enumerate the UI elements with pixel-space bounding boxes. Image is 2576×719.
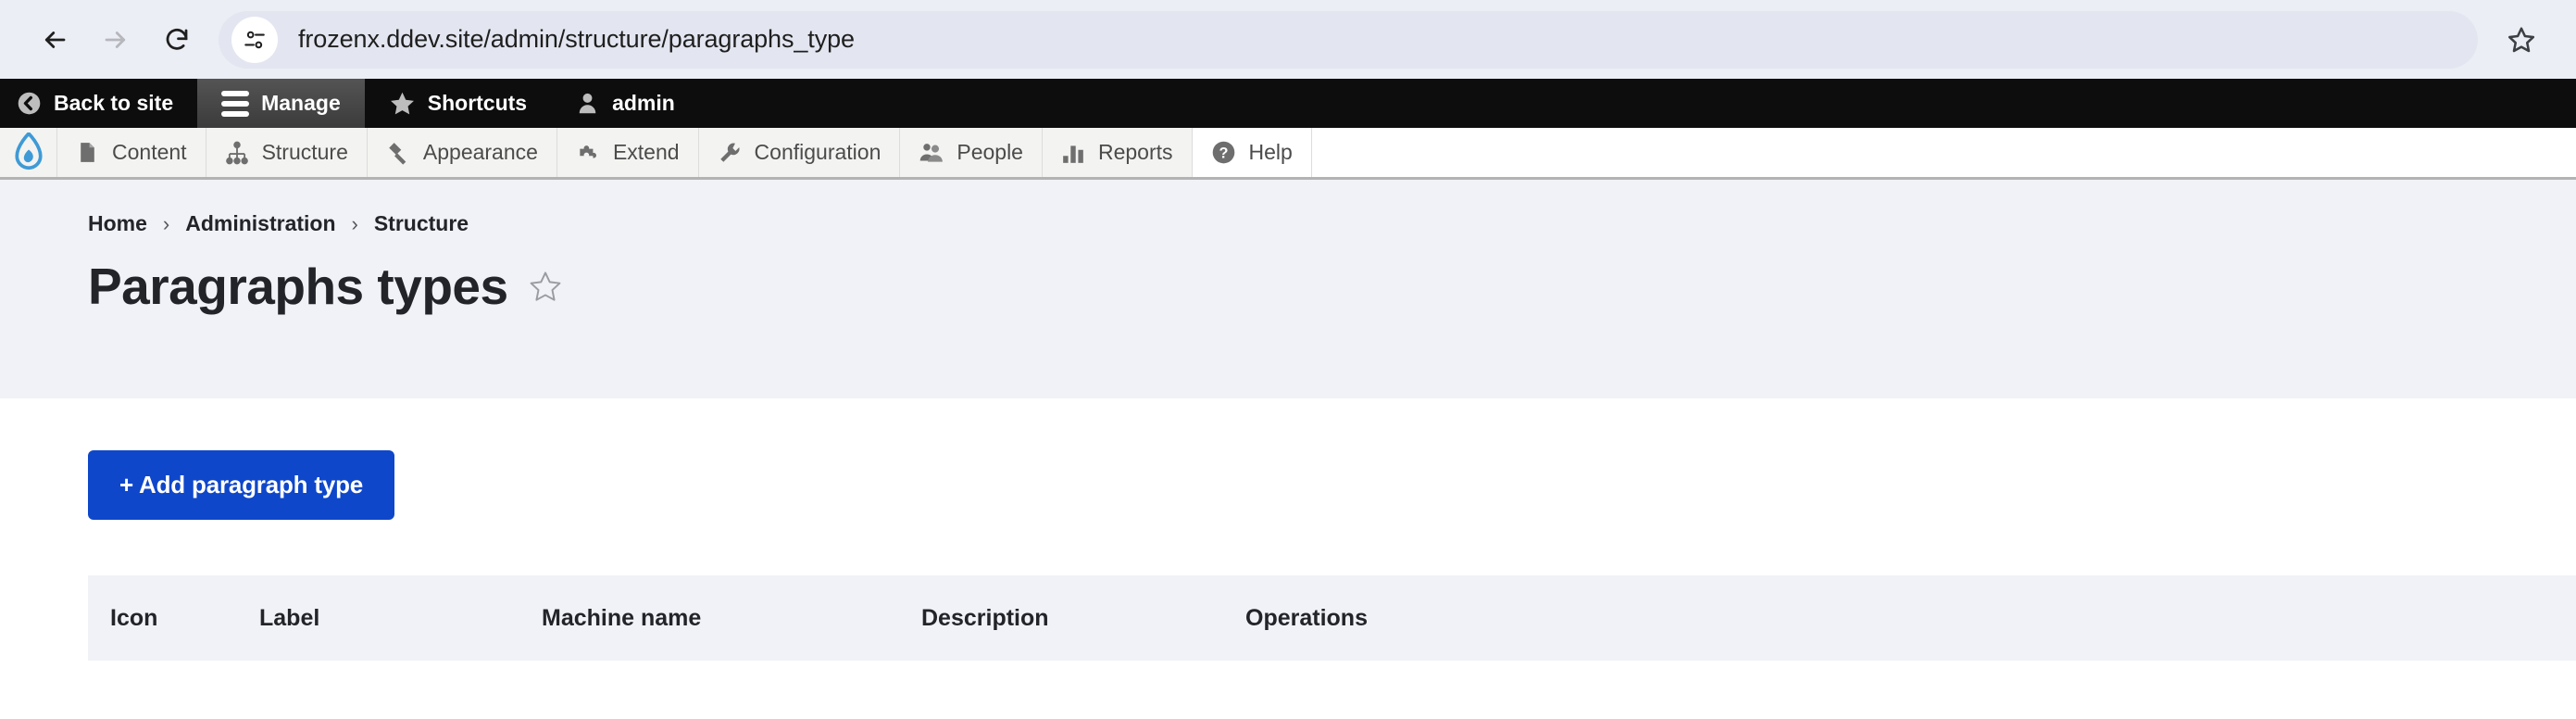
menu-item-people[interactable]: People [900,128,1043,177]
site-settings-icon [244,31,265,48]
column-header-machine-name: Machine name [542,575,921,661]
drupal-menu-bar: Content Structure Appearance Extend Conf… [0,128,2576,180]
bookmark-star-icon [2507,26,2535,52]
breadcrumb-item-home[interactable]: Home [88,211,147,236]
menu-item-content[interactable]: Content [57,128,206,177]
browser-toolbar: frozenx.ddev.site/admin/structure/paragr… [0,0,2576,79]
paragraph-types-table: Icon Label Machine name Description Oper… [88,575,2576,661]
main-content: + Add paragraph type Icon Label Machine … [0,398,2576,661]
menu-item-configuration[interactable]: Configuration [699,128,901,177]
page-title: Paragraphs types [88,258,508,315]
breadcrumb-item-structure[interactable]: Structure [374,211,469,236]
svg-text:?: ? [1219,145,1228,162]
admin-item-user[interactable]: admin [551,79,699,128]
menu-item-label: Help [1248,140,1293,164]
menu-item-structure[interactable]: Structure [206,128,368,177]
menu-item-label: People [957,140,1023,164]
puzzle-piece-icon [580,145,596,158]
menu-item-label: Structure [261,140,348,164]
breadcrumb-separator: › [162,211,170,235]
paragraph-types-table-wrapper: Icon Label Machine name Description Oper… [88,575,2576,661]
bar-chart-icon [1063,145,1083,163]
admin-item-label: Manage [261,91,341,115]
add-paragraph-type-button[interactable]: + Add paragraph type [88,450,395,520]
bookmark-button[interactable] [2491,9,2552,70]
table-header-row: Icon Label Machine name Description Oper… [88,575,2576,661]
reload-icon [166,28,188,50]
forward-button[interactable] [85,9,146,70]
admin-item-shortcuts[interactable]: Shortcuts [365,79,551,128]
admin-item-label: Back to site [54,91,174,115]
admin-item-label: Shortcuts [427,91,528,115]
breadcrumb-item-administration[interactable]: Administration [185,211,335,236]
star-icon [390,92,414,115]
menu-item-reports[interactable]: Reports [1043,128,1193,177]
page-header: Home › Administration › Structure Paragr… [0,180,2576,398]
menu-item-label: Reports [1097,140,1173,164]
drupal-logo-button[interactable] [0,128,57,177]
url-text: frozenx.ddev.site/admin/structure/paragr… [298,25,855,53]
column-header-label: Label [259,575,542,661]
admin-item-back-to-site[interactable]: Back to site [0,79,197,128]
admin-item-label: admin [612,91,675,115]
menu-bar-filler [1311,128,2576,177]
arrow-left-icon [44,31,66,48]
user-icon [579,93,596,114]
menu-item-extend[interactable]: Extend [557,128,699,177]
people-icon [920,144,944,162]
sitemap-icon [225,141,248,164]
menu-item-label: Appearance [422,140,538,164]
admin-toolbar: Back to site Manage Shortcuts admin [0,79,2576,128]
back-circle-icon [18,92,41,115]
page-title-row: Paragraphs types [88,257,2576,316]
menu-item-appearance[interactable]: Appearance [368,128,557,177]
menu-item-label: Configuration [754,140,882,164]
question-circle-icon: ? [1212,141,1234,164]
paintbrush-icon [389,142,406,165]
star-outline-icon[interactable] [529,270,562,303]
reload-button[interactable] [146,9,207,70]
column-header-description: Description [921,575,1245,661]
wrench-icon [719,143,740,162]
address-bar[interactable]: frozenx.ddev.site/admin/structure/paragr… [219,10,2478,69]
menu-item-label: Content [112,140,187,164]
site-info-button[interactable] [231,16,278,63]
back-button[interactable] [24,9,85,70]
menu-item-label: Extend [612,140,680,164]
column-header-operations: Operations [1245,575,2576,661]
breadcrumb: Home › Administration › Structure [88,211,2576,236]
admin-item-manage[interactable]: Manage [197,79,365,128]
document-icon [81,143,94,162]
column-header-icon: Icon [88,575,259,661]
drupal-droplet-icon [14,132,43,170]
breadcrumb-separator: › [351,211,358,235]
menu-item-help[interactable]: ? Help [1192,128,1312,177]
arrow-right-icon [105,31,126,48]
hamburger-icon [221,90,250,117]
